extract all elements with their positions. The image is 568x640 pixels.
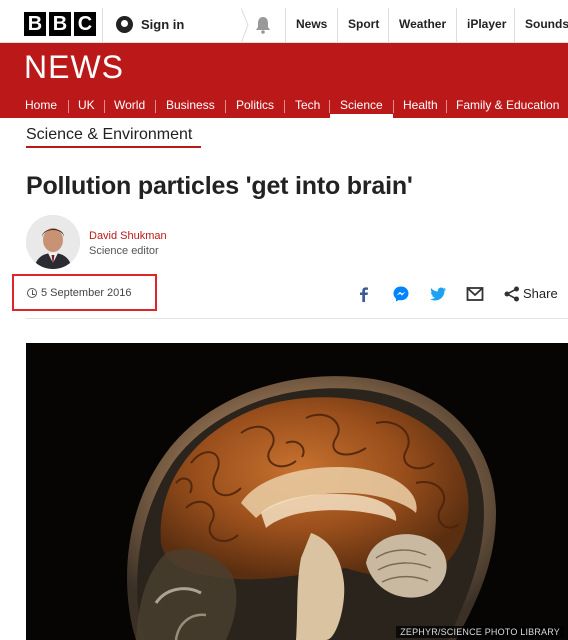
author-role: Science editor [89,245,159,257]
nav-item-world[interactable]: World [114,94,145,118]
nav-item-tech[interactable]: Tech [295,94,320,118]
divider [285,8,286,42]
image-credit: ZEPHYR/SCIENCE PHOTO LIBRARY [396,626,564,638]
divider [514,8,515,42]
nav-item-health[interactable]: Health [403,94,438,118]
divider [388,8,389,42]
divider [337,8,338,42]
logo-letter: B [24,12,46,36]
nav-item-uk[interactable]: UK [78,94,95,118]
section-link[interactable]: Science & Environment [26,126,192,144]
signin-link[interactable]: Sign in [116,12,184,36]
hero-image-brain-scan: ZEPHYR/SCIENCE PHOTO LIBRARY [26,343,568,640]
nav-separator [68,100,69,113]
brain-scan-illustration [26,343,568,640]
facebook-icon[interactable] [355,285,373,303]
top-nav-news[interactable]: News [296,12,327,36]
nav-separator [225,100,226,113]
top-nav-sounds[interactable]: Sounds [525,12,568,36]
divider [456,8,457,42]
share-icon[interactable] [503,285,521,303]
nav-separator [155,100,156,113]
twitter-icon[interactable] [429,285,447,303]
news-header: NEWS Home UK World Business Politics Tec… [0,43,568,118]
active-tab-indicator [330,114,393,118]
author-name[interactable]: David Shukman [89,230,167,242]
nav-separator [329,100,330,113]
nav-item-home[interactable]: Home [25,94,57,118]
clock-icon [27,288,37,298]
logo-letter: B [49,12,71,36]
divider [26,318,568,319]
news-logo[interactable]: NEWS [24,49,124,86]
divider [102,8,103,42]
nav-separator [446,100,447,113]
nav-item-business[interactable]: Business [166,94,215,118]
divider-chevron [241,8,249,43]
email-icon[interactable] [466,285,484,303]
top-nav-iplayer[interactable]: iPlayer [467,12,506,36]
publish-date: 5 September 2016 [41,287,132,299]
section-underline [26,146,201,148]
nav-separator [284,100,285,113]
nav-separator [393,100,394,113]
article-headline: Pollution particles 'get into brain' [26,172,413,200]
section-nav: Home UK World Business Politics Tech Sci… [0,94,568,118]
nav-item-politics[interactable]: Politics [236,94,274,118]
logo-letter: C [74,12,96,36]
user-icon [116,15,133,33]
share-label[interactable]: Share [523,286,558,301]
global-header: B B C Sign in News Sport Weather iPlayer… [0,0,568,43]
signin-label: Sign in [141,16,185,32]
bbc-logo[interactable]: B B C [24,12,96,36]
author-avatar [26,215,80,269]
top-nav-sport[interactable]: Sport [348,12,379,36]
top-nav-weather[interactable]: Weather [399,12,446,36]
nav-item-family-education[interactable]: Family & Education [456,94,559,118]
notification-bell-icon[interactable] [255,16,271,34]
messenger-icon[interactable] [392,285,410,303]
nav-separator [104,100,105,113]
